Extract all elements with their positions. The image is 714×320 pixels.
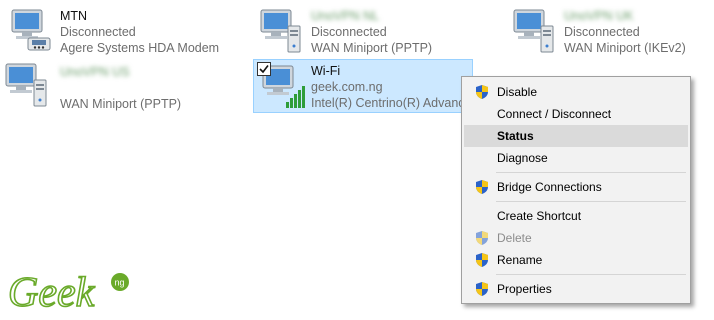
geek-logo: Geek ng: [7, 269, 129, 316]
connection-vpn-nl[interactable]: UnoVPN NL Disconnected WAN Miniport (PPT…: [255, 6, 485, 56]
uac-shield-icon: [476, 282, 488, 296]
context-menu: Disable Connect / Disconnect Status Diag…: [461, 76, 691, 304]
menu-item-label: Rename: [497, 253, 543, 267]
connection-status: Disconnected: [311, 25, 387, 39]
menu-item-label: Diagnose: [497, 151, 548, 165]
connection-device: WAN Miniport (PPTP): [311, 41, 433, 55]
menu-item-create-shortcut[interactable]: Create Shortcut: [464, 205, 688, 227]
menu-separator: [496, 274, 686, 275]
vpn-network-icon: [5, 63, 47, 107]
checkbox-checked-icon[interactable]: [257, 62, 271, 76]
menu-item-label: Delete: [497, 231, 532, 245]
menu-item-label: Disable: [497, 85, 538, 99]
connection-name: UnoVPN UK: [564, 9, 634, 23]
menu-item-label: Status: [497, 129, 534, 143]
menu-item-status[interactable]: Status: [464, 125, 688, 147]
menu-item-connect-disconnect[interactable]: Connect / Disconnect: [464, 103, 688, 125]
menu-item-disable[interactable]: Disable: [464, 81, 688, 103]
menu-item-properties[interactable]: Properties: [464, 278, 688, 300]
uac-shield-icon: [476, 85, 488, 99]
connection-wifi[interactable]: Wi-Fi geek.com.ng Intel(R) Centrino(R) A…: [253, 59, 473, 113]
connection-status: Disconnected: [564, 25, 640, 39]
modem-network-icon: [11, 9, 51, 51]
connection-vpn-us[interactable]: UnoVPN US WAN Miniport (PPTP): [4, 60, 234, 111]
connection-name: Wi-Fi: [311, 64, 341, 78]
uac-shield-icon: [476, 231, 488, 245]
uac-shield-icon: [476, 253, 488, 267]
connection-status: Disconnected: [60, 25, 136, 39]
menu-item-rename[interactable]: Rename: [464, 249, 688, 271]
vpn-network-icon: [513, 9, 554, 53]
menu-separator: [496, 201, 686, 202]
menu-item-label: Connect / Disconnect: [497, 107, 612, 121]
menu-item-label: Create Shortcut: [497, 209, 582, 223]
connection-device: WAN Miniport (PPTP): [60, 97, 182, 111]
connection-name: MTN: [60, 9, 88, 23]
connection-device: Intel(R) Centrino(R) Advance: [311, 96, 472, 110]
menu-item-delete: Delete: [464, 227, 688, 249]
vpn-network-icon: [260, 9, 301, 53]
menu-item-diagnose[interactable]: Diagnose: [464, 147, 688, 169]
menu-item-label: Bridge Connections: [497, 180, 602, 194]
menu-separator: [496, 172, 686, 173]
connection-name: UnoVPN US: [60, 65, 130, 79]
connection-mtn[interactable]: MTN Disconnected Agere Systems HDA Modem: [4, 6, 234, 56]
connection-device: WAN Miniport (IKEv2): [564, 41, 686, 55]
svg-text:ng: ng: [115, 278, 125, 288]
uac-shield-icon: [476, 180, 488, 194]
menu-item-label: Properties: [497, 282, 552, 296]
connection-status: geek.com.ng: [311, 80, 383, 94]
connection-vpn-uk[interactable]: UnoVPN UK Disconnected WAN Miniport (IKE…: [508, 6, 708, 56]
connection-name: UnoVPN NL: [311, 9, 380, 23]
connection-device: Agere Systems HDA Modem: [60, 41, 220, 55]
menu-item-bridge-connections[interactable]: Bridge Connections: [464, 176, 688, 198]
svg-text:Geek: Geek: [8, 270, 96, 316]
